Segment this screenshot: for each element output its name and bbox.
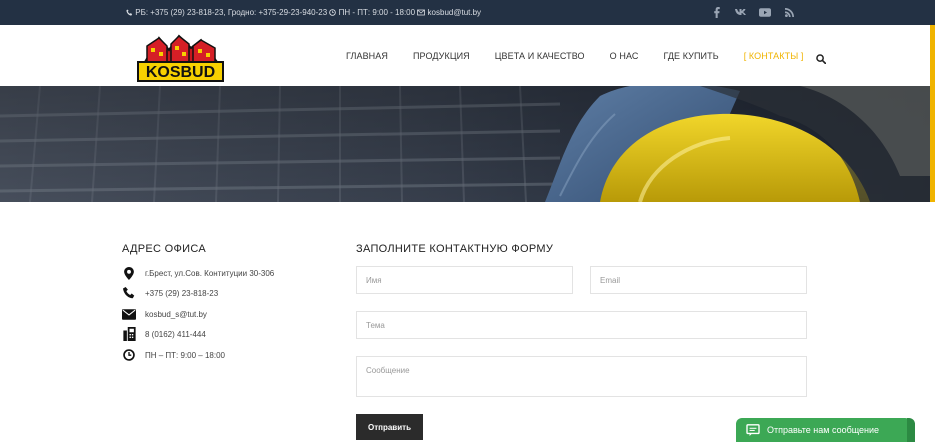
envelope-icon <box>122 307 136 321</box>
phone-item: +375 (29) 23-818-23 <box>122 285 218 301</box>
nav-home[interactable]: ГЛАВНАЯ <box>346 51 388 61</box>
email-field[interactable] <box>590 266 807 294</box>
chat-widget[interactable]: Отправьте нам сообщение <box>736 418 915 442</box>
topbar-phones: РБ: +375 (29) 23-818-23, Гродно: +375-29… <box>135 8 328 17</box>
fax-text: 8 (0162) 411-444 <box>145 329 206 339</box>
message-field[interactable] <box>356 356 807 397</box>
nav-products[interactable]: ПРОДУКЦИЯ <box>413 51 470 61</box>
site-header: KOSBUD ГЛАВНАЯ ПРОДУКЦИЯ ЦВЕТА И КАЧЕСТВ… <box>0 25 930 86</box>
social-links <box>711 6 795 18</box>
search-icon[interactable] <box>815 51 826 64</box>
email-input[interactable] <box>591 267 806 293</box>
nav-about[interactable]: О НАС <box>610 51 639 61</box>
nav-contacts[interactable]: [ КОНТАКТЫ ] <box>744 51 804 61</box>
name-field[interactable] <box>356 266 573 294</box>
youtube-icon[interactable] <box>759 6 771 18</box>
map-marker-icon <box>122 266 136 280</box>
chat-corner <box>907 418 915 442</box>
clock-icon <box>329 9 337 16</box>
clock-icon <box>122 348 136 362</box>
rss-icon[interactable] <box>783 6 795 18</box>
submit-button[interactable]: Отправить <box>356 414 423 440</box>
email-text[interactable]: kosbud_s@tut.by <box>145 310 207 319</box>
logo-text: KOSBUD <box>146 64 215 81</box>
vk-icon[interactable] <box>735 6 747 18</box>
chat-bubble-icon <box>746 424 760 436</box>
phone-text: +375 (29) 23-818-23 <box>145 288 219 298</box>
topbar-hours: ПН - ПТ: 9:00 - 18:00 <box>338 8 416 17</box>
envelope-icon <box>417 9 426 16</box>
office-title: АДРЕС ОФИСА <box>122 243 206 255</box>
address-item: г.Брест, ул.Сов. Контитуции 30-306 <box>122 265 274 281</box>
nav-where-to-buy[interactable]: ГДЕ КУПИТЬ <box>663 51 718 61</box>
contact-info: РБ: +375 (29) 23-818-23, Гродно: +375-29… <box>126 0 481 25</box>
topbar-email[interactable]: kosbud@tut.by <box>428 8 481 17</box>
accent-stripe <box>930 25 935 202</box>
kosbud-logo[interactable]: KOSBUD <box>137 32 224 82</box>
name-input[interactable] <box>357 267 572 293</box>
hero-banner <box>0 86 930 202</box>
fax-item: 8 (0162) 411-444 <box>122 326 206 342</box>
form-title: ЗАПОЛНИТЕ КОНТАКТНУЮ ФОРМУ <box>356 243 554 255</box>
chat-label: Отправьте нам сообщение <box>767 425 880 435</box>
phone-icon <box>122 286 136 300</box>
fax-icon <box>122 327 136 341</box>
nav-colors-quality[interactable]: ЦВЕТА И КАЧЕСТВО <box>495 51 585 61</box>
phone-icon <box>126 9 133 16</box>
subject-input[interactable] <box>357 312 806 338</box>
email-item: kosbud_s@tut.by <box>122 306 207 322</box>
address-text: г.Брест, ул.Сов. Контитуции 30-306 <box>145 268 275 278</box>
hours-text: ПН – ПТ: 9:00 – 18:00 <box>145 350 225 360</box>
subject-field[interactable] <box>356 311 807 339</box>
main-nav: ГЛАВНАЯ ПРОДУКЦИЯ ЦВЕТА И КАЧЕСТВО О НАС… <box>346 25 826 86</box>
message-textarea[interactable] <box>357 357 806 396</box>
top-bar: РБ: +375 (29) 23-818-23, Гродно: +375-29… <box>0 0 935 25</box>
facebook-icon[interactable] <box>711 6 723 18</box>
hours-item: ПН – ПТ: 9:00 – 18:00 <box>122 347 225 363</box>
hero-image <box>0 86 930 202</box>
